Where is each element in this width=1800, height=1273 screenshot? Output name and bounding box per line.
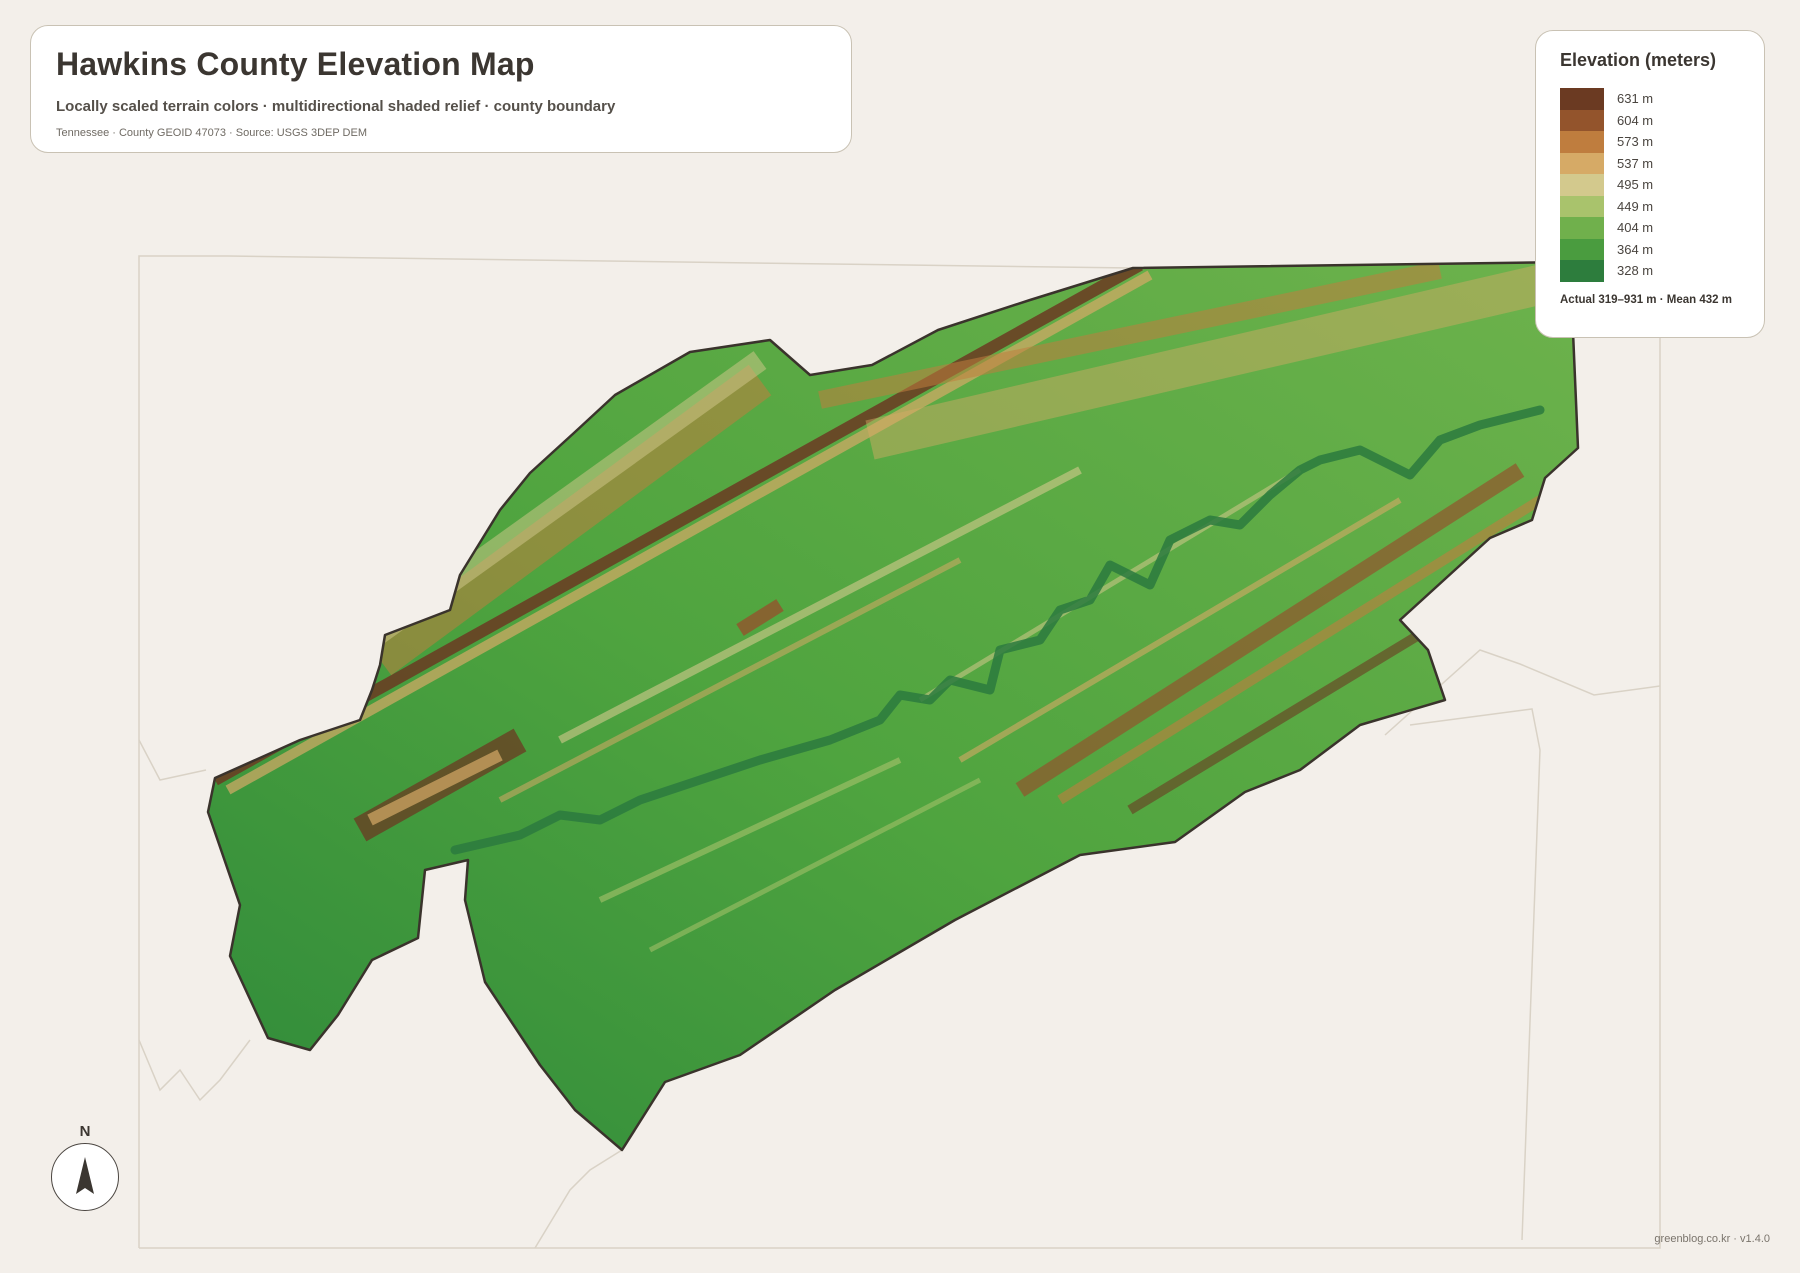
legend-item: 495 m <box>1560 174 1764 196</box>
legend-item: 604 m <box>1560 109 1764 131</box>
legend-swatch <box>1560 217 1604 239</box>
legend-label: 631 m <box>1617 91 1654 107</box>
map-title: Hawkins County Elevation Map <box>56 46 535 82</box>
map-subtitle: Locally scaled terrain colors · multidir… <box>56 98 616 115</box>
legend-label: 573 m <box>1617 134 1654 150</box>
map-source-meta: Tennessee · County GEOID 47073 · Source:… <box>56 127 367 139</box>
compass-circle <box>51 1143 119 1211</box>
legend-item: 631 m <box>1560 88 1764 110</box>
title-card: Hawkins County Elevation Map Locally sca… <box>30 25 852 153</box>
legend-label: 495 m <box>1617 177 1654 193</box>
legend-swatch <box>1560 131 1604 153</box>
legend-label: 604 m <box>1617 112 1654 128</box>
legend-swatch <box>1560 88 1604 110</box>
legend-swatch <box>1560 260 1604 282</box>
legend-item: 328 m <box>1560 260 1764 282</box>
legend-swatch <box>1560 174 1604 196</box>
legend-label: 364 m <box>1617 241 1654 257</box>
hawkins-county-terrain <box>206 260 1580 1152</box>
legend-swatch <box>1560 195 1604 217</box>
legend-swatch <box>1560 152 1604 174</box>
legend-label: 537 m <box>1617 155 1654 171</box>
north-label: N <box>79 1123 91 1140</box>
credit-text: greenblog.co.kr · v1.4.0 <box>1654 1233 1770 1245</box>
legend-item: 449 m <box>1560 195 1764 217</box>
legend-swatch <box>1560 109 1604 131</box>
legend-swatch <box>1560 238 1604 260</box>
legend-item: 364 m <box>1560 238 1764 260</box>
legend-list: 631 m 604 m 573 m 537 m 495 m 449 m 404 … <box>1560 88 1764 282</box>
legend-label: 449 m <box>1617 198 1654 214</box>
legend-label: 404 m <box>1617 220 1654 236</box>
elevation-legend: Elevation (meters) 631 m 604 m 573 m 537… <box>1535 30 1765 338</box>
legend-item: 537 m <box>1560 152 1764 174</box>
legend-item: 404 m <box>1560 217 1764 239</box>
legend-label: 328 m <box>1617 263 1654 279</box>
legend-stats: Actual 319–931 m · Mean 432 m <box>1560 293 1732 306</box>
north-compass: N <box>51 1123 119 1211</box>
legend-item: 573 m <box>1560 131 1764 153</box>
north-arrow-icon <box>76 1157 94 1194</box>
legend-title: Elevation (meters) <box>1560 50 1717 70</box>
map-canvas <box>138 255 1661 1249</box>
